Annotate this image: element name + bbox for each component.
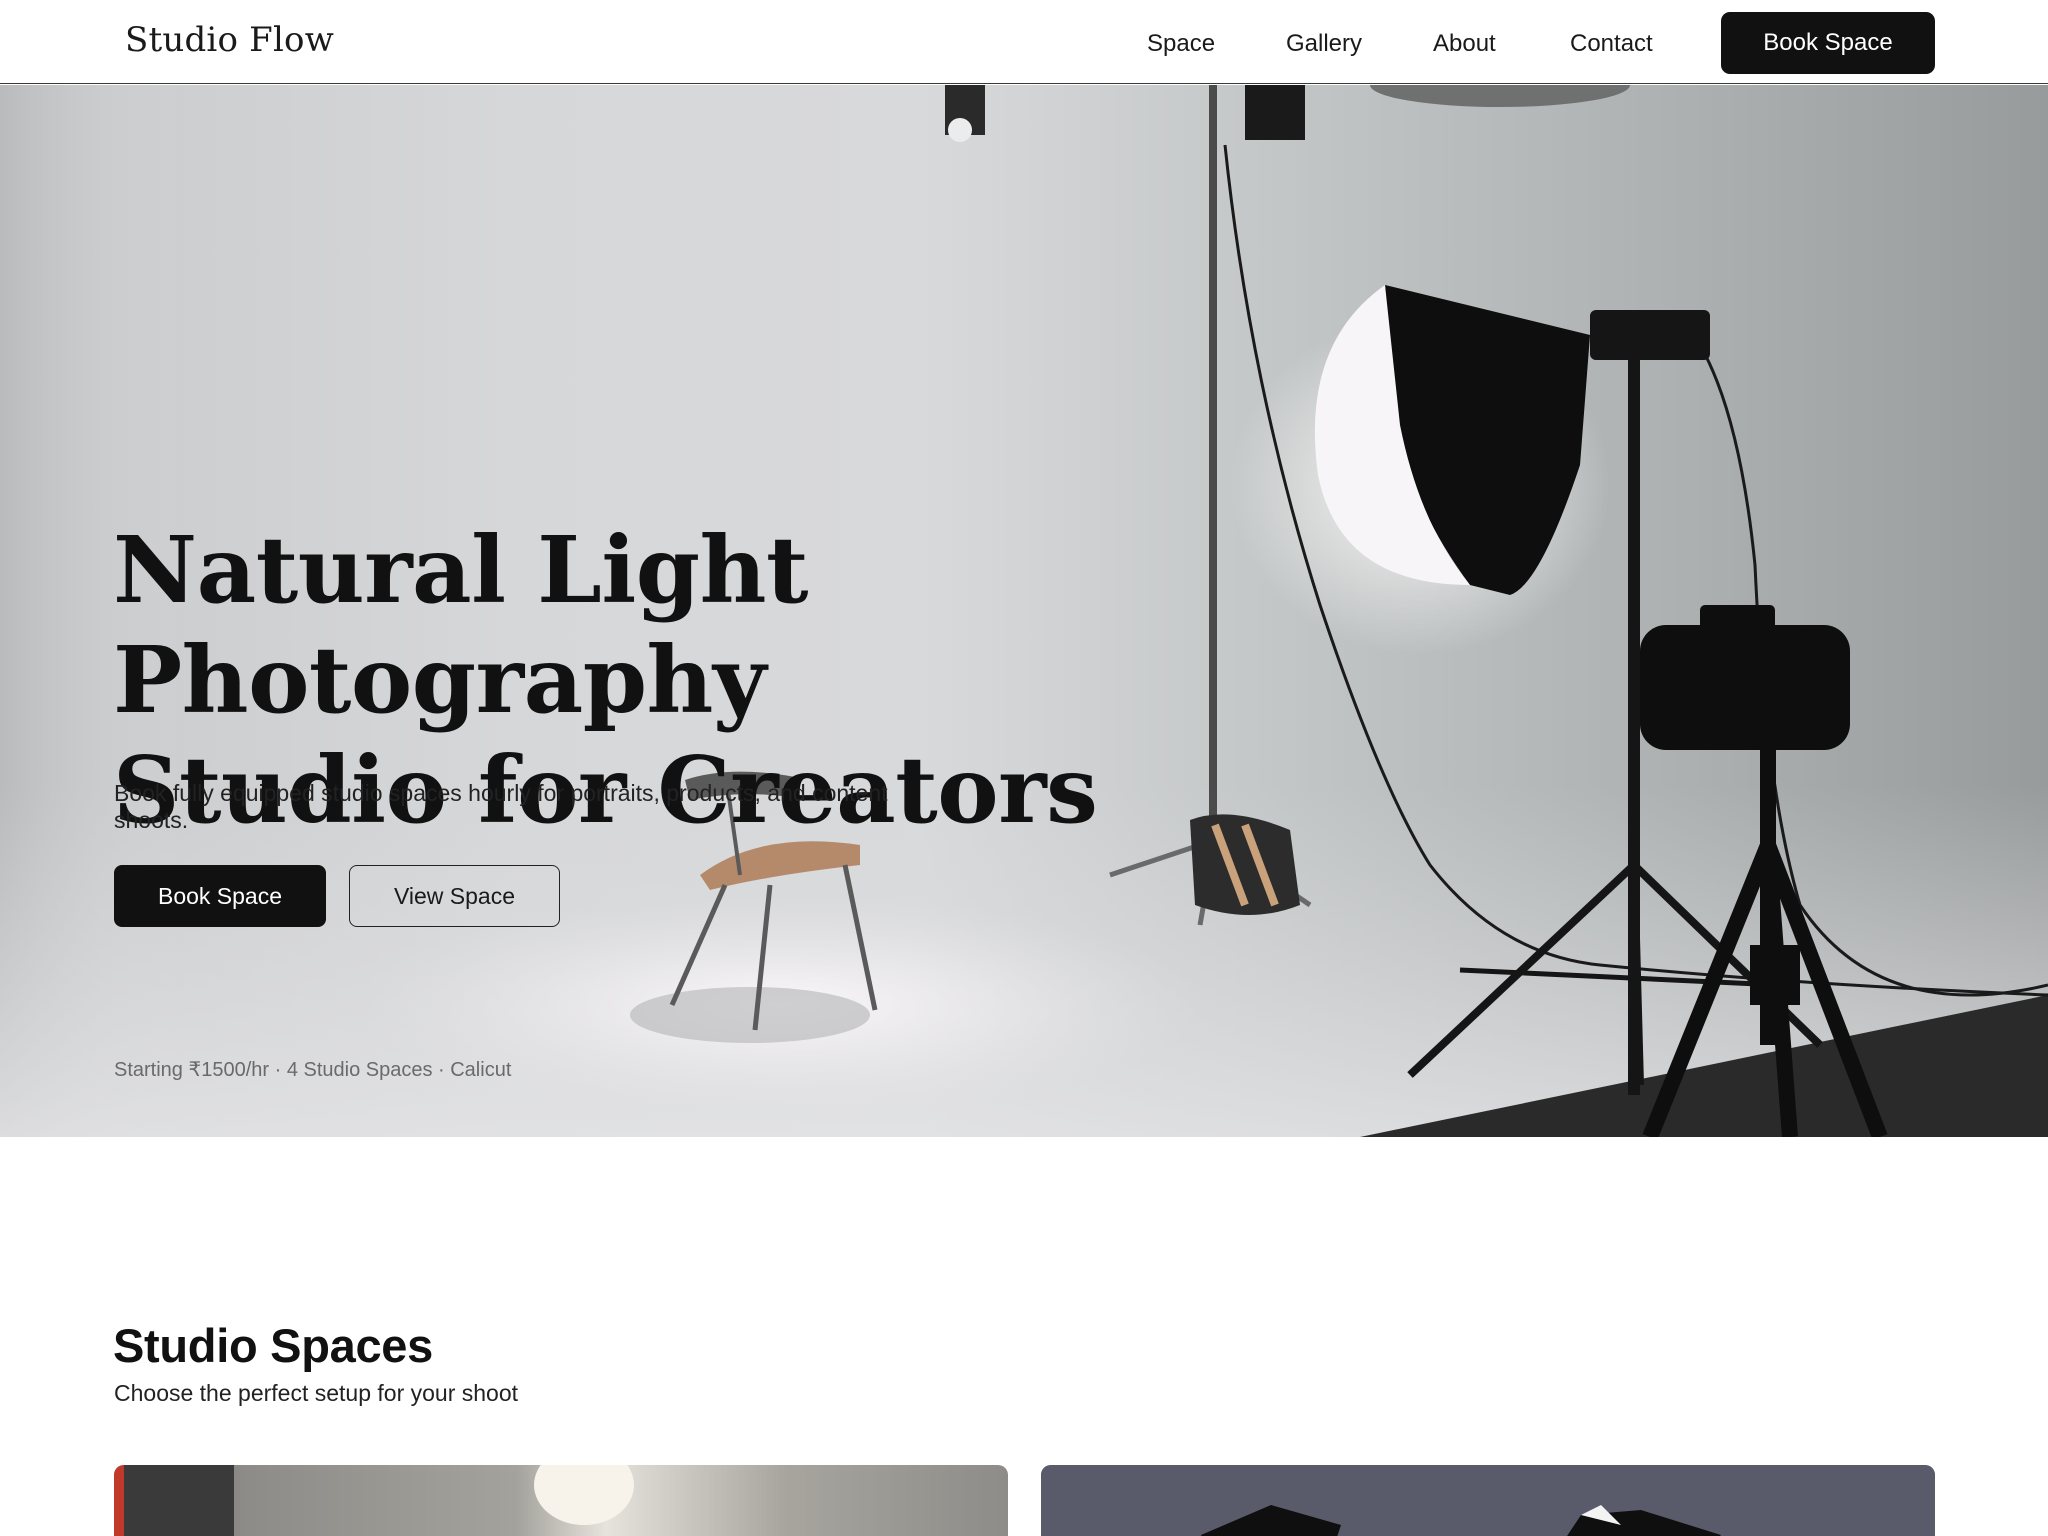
nav-link-contact[interactable]: Contact: [1570, 26, 1653, 62]
hero-book-space-button[interactable]: Book Space: [114, 865, 326, 927]
hero-title-line-2: Photography: [113, 626, 766, 734]
studio-spaces-title: Studio Spaces: [113, 1319, 433, 1372]
brand-logo[interactable]: Studio Flow: [125, 20, 334, 60]
site-header: Studio Flow Space Gallery About Contact …: [0, 0, 2048, 84]
header-book-space-button[interactable]: Book Space: [1721, 12, 1935, 74]
studio-space-image-1: [114, 1465, 634, 1536]
nav-link-about[interactable]: About: [1433, 26, 1496, 62]
hero-title-line-1: Natural Light: [113, 516, 809, 624]
hero-section: Natural Light Photography Studio for Cre…: [0, 85, 2048, 1137]
studio-space-image-2: [1041, 1465, 1935, 1536]
hero-view-space-button[interactable]: View Space: [349, 865, 560, 927]
studio-space-card-2[interactable]: [1041, 1465, 1935, 1536]
hero-subtitle: Book fully equipped studio spaces hourly…: [114, 780, 888, 833]
studio-space-card-1[interactable]: [114, 1465, 1008, 1536]
hero-meta-info: Starting ₹1500/hr · 4 Studio Spaces · Ca…: [114, 1059, 512, 1081]
studio-spaces-subtitle: Choose the perfect setup for your shoot: [114, 1380, 519, 1406]
nav-link-space[interactable]: Space: [1147, 26, 1215, 62]
nav-link-gallery[interactable]: Gallery: [1286, 26, 1362, 62]
